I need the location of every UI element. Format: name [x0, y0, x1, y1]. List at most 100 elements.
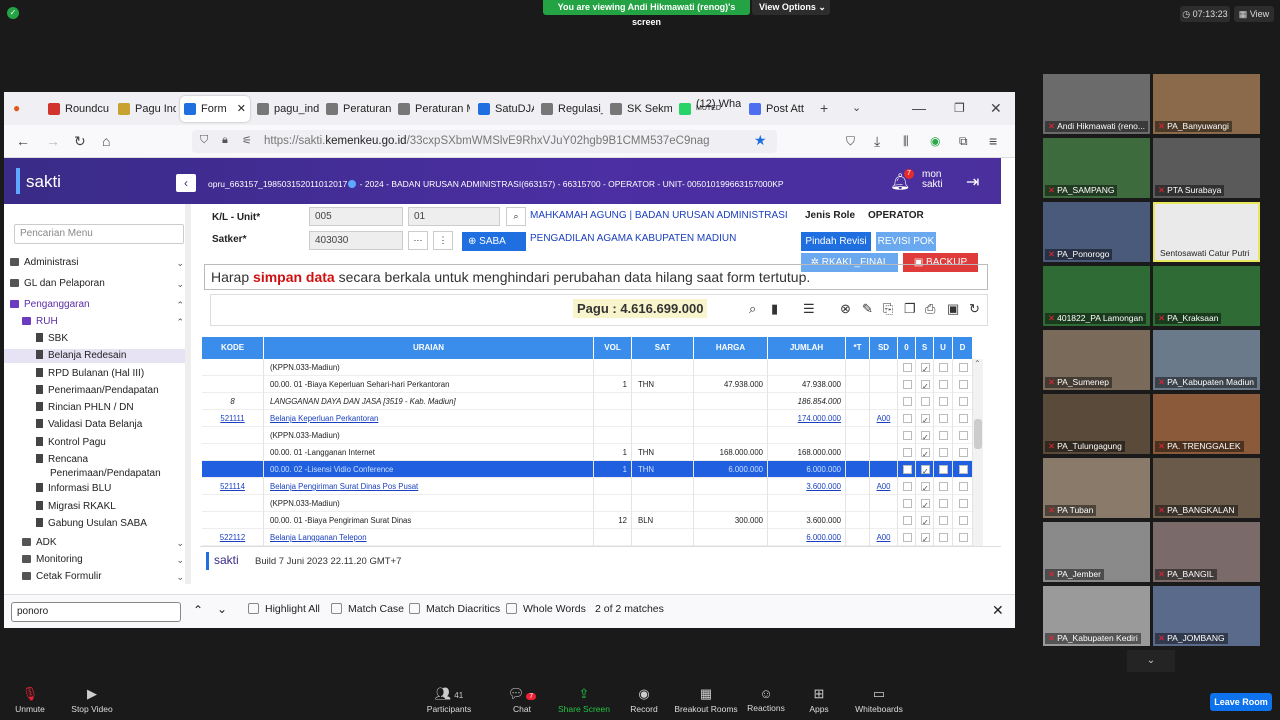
- column-header-sd[interactable]: SD: [870, 337, 898, 359]
- sidebar-item-penganggaran[interactable]: Penganggaran ⌃: [4, 298, 190, 312]
- chevron-down-icon[interactable]: ⌄: [852, 92, 861, 125]
- refresh-icon[interactable]: ↻: [969, 301, 980, 317]
- kebab-menu-icon[interactable]: ⋮: [433, 231, 453, 250]
- row-checkbox[interactable]: [921, 514, 930, 529]
- sidebar-item-ruh[interactable]: RUH ⌃: [4, 315, 190, 329]
- close-window-icon[interactable]: ✕: [990, 92, 1002, 125]
- revisi-pok-button[interactable]: REVISI POK: [876, 232, 936, 251]
- tab-2[interactable]: Form ✕: [180, 96, 250, 122]
- row-checkbox[interactable]: [959, 448, 968, 457]
- column-header-u[interactable]: U: [934, 337, 953, 359]
- print-icon[interactable]: ⎙: [925, 301, 935, 317]
- participant-video[interactable]: ✕ PA. TRENGGALEK: [1153, 394, 1260, 454]
- url-field[interactable]: ⛉ 🔒︎ ⚟ https://sakti.kemenkeu.go.id/33cx…: [192, 130, 777, 153]
- row-checkbox[interactable]: [921, 531, 930, 546]
- toolbar-chat[interactable]: 💬︎ 7 Chat: [487, 686, 557, 714]
- close-find-icon[interactable]: ✕: [992, 602, 1004, 619]
- sidebar-item-belanja-redesain[interactable]: Belanja Redesain: [4, 349, 190, 363]
- toolbar-participants[interactable]: 👥︎ 41 Participants: [414, 686, 484, 714]
- row-checkbox[interactable]: [959, 516, 968, 525]
- library-icon[interactable]: ⫼: [903, 125, 909, 158]
- chevron-up-icon[interactable]: ⌃: [176, 315, 184, 329]
- pindah-revisi-button[interactable]: Pindah Revisi: [801, 232, 871, 251]
- more-options-icon[interactable]: ···: [408, 231, 428, 250]
- row-checkbox[interactable]: [939, 431, 948, 440]
- table-row[interactable]: 00.00. 01 -Biaya Keperluan Sehari-hari P…: [202, 376, 973, 393]
- table-row[interactable]: 8 LANGGANAN DAYA DAN JASA [3519 - Kab. Ma…: [202, 393, 973, 410]
- row-checkbox[interactable]: [903, 516, 912, 525]
- participant-video[interactable]: ✕ PA_Tulungagung: [1043, 394, 1150, 454]
- participant-video[interactable]: ✕ PTA Surabaya: [1153, 138, 1260, 198]
- column-header-jumlah[interactable]: JUMLAH: [768, 337, 846, 359]
- row-checkbox[interactable]: [903, 482, 912, 491]
- satker-input[interactable]: 403030: [309, 231, 403, 250]
- tab-6[interactable]: SatuDJA: [474, 96, 534, 122]
- highlight-all-checkbox[interactable]: Highlight All: [248, 603, 320, 615]
- participant-video[interactable]: ✕ PA_BANGIL: [1153, 522, 1260, 582]
- menu-search-input[interactable]: Pencarian Menu: [14, 224, 184, 244]
- participant-video[interactable]: ✕ PA_Kraksaan: [1153, 266, 1260, 326]
- participant-video[interactable]: ✕ PA_JOMBANG: [1153, 586, 1260, 646]
- participant-video[interactable]: Sentosawati Catur Putri: [1153, 202, 1260, 262]
- tab-3[interactable]: pagu_indikat: [253, 96, 319, 122]
- participant-video[interactable]: ✕ PA_Jember: [1043, 522, 1150, 582]
- column-header-s[interactable]: S: [916, 337, 934, 359]
- reload-icon[interactable]: ↻: [74, 125, 86, 158]
- sidebar-item-sbk[interactable]: SBK: [4, 332, 190, 346]
- participant-video[interactable]: ✕ PA_Banyuwangi: [1153, 74, 1260, 134]
- column-header-kode[interactable]: KODE: [202, 337, 264, 359]
- column-header--t[interactable]: *T: [846, 337, 870, 359]
- participant-video[interactable]: ✕ PA Tuban: [1043, 458, 1150, 518]
- sidebar-item-gabung-usulan-saba[interactable]: Gabung Usulan SABA: [4, 517, 190, 531]
- participant-video[interactable]: ✕ PA_Ponorogo: [1043, 202, 1150, 262]
- minimize-icon[interactable]: —: [912, 92, 926, 125]
- chevron-down-icon[interactable]: ⌄: [176, 536, 184, 550]
- back-arrow-icon[interactable]: ←: [16, 125, 30, 158]
- pocket-icon[interactable]: ⛉: [846, 125, 855, 158]
- row-checkbox[interactable]: [959, 397, 968, 406]
- edit-icon[interactable]: ✎: [862, 301, 873, 317]
- back-button[interactable]: ‹: [176, 174, 196, 192]
- participant-video[interactable]: ✕ 401822_PA Lamongan: [1043, 266, 1150, 326]
- extension-eye-icon[interactable]: ◉: [930, 125, 940, 158]
- row-checkbox[interactable]: [959, 482, 968, 491]
- sidebar-scrollbar[interactable]: [185, 204, 191, 584]
- monsakti-link[interactable]: mon sakti: [922, 170, 943, 190]
- view-options-button[interactable]: View Options ⌄: [752, 0, 830, 15]
- match-diacritics-checkbox[interactable]: Match Diacritics: [409, 603, 500, 615]
- row-checkbox[interactable]: [939, 414, 948, 423]
- chevron-down-icon[interactable]: ⌄: [176, 553, 184, 567]
- tab-8[interactable]: SK Sekma te: [606, 96, 672, 122]
- sidebar-item-informasi-blu[interactable]: Informasi BLU: [4, 482, 190, 496]
- tab-0[interactable]: Roundcu: [44, 96, 110, 122]
- chevron-down-icon[interactable]: ⌄: [176, 256, 184, 270]
- unit-input[interactable]: 01: [408, 207, 500, 226]
- copy-icon[interactable]: ⎘: [883, 301, 893, 317]
- column-header-uraian[interactable]: URAIAN: [264, 337, 594, 359]
- match-case-checkbox[interactable]: Match Case: [331, 603, 404, 615]
- row-checkbox[interactable]: [903, 465, 912, 474]
- row-checkbox[interactable]: [939, 533, 948, 542]
- row-checkbox[interactable]: [939, 397, 948, 406]
- shield-icon[interactable]: ⛉: [200, 134, 208, 147]
- new-tab-icon[interactable]: +: [820, 92, 828, 125]
- search-icon[interactable]: ⌕: [749, 301, 756, 317]
- toolbar-record[interactable]: ◉ Record: [609, 686, 679, 714]
- find-prev-icon[interactable]: ⌃: [193, 603, 203, 617]
- row-checkbox[interactable]: [903, 533, 912, 542]
- row-checkbox[interactable]: [959, 363, 968, 372]
- participant-video[interactable]: ✕ PA_SAMPANG: [1043, 138, 1150, 198]
- sidebar-item-rpd-bulanan-hal-iii-[interactable]: RPD Bulanan (Hal III): [4, 367, 190, 381]
- extensions-icon[interactable]: ⧉: [959, 125, 968, 158]
- tab-7[interactable]: Regulasi_Juk: [537, 96, 603, 122]
- sidebar-item-validasi-data-belanja[interactable]: Validasi Data Belanja: [4, 418, 190, 432]
- sidebar-item-gl-dan-pelaporan[interactable]: GL dan Pelaporan ⌄: [4, 277, 190, 291]
- participant-video[interactable]: ✕ PA_Kabupaten Kediri: [1043, 586, 1150, 646]
- bookmark-icon[interactable]: ▮: [771, 301, 778, 317]
- lock-icon[interactable]: 🔒︎: [222, 134, 228, 147]
- table-scrollbar[interactable]: ⌃ ⌄: [973, 359, 983, 565]
- sidebar-item-penerimaan-pendapatan[interactable]: Penerimaan/Pendapatan: [4, 384, 190, 398]
- saba-button[interactable]: ⊕ SABA: [462, 232, 526, 251]
- row-checkbox[interactable]: [921, 463, 930, 478]
- table-row[interactable]: 522112 Belanja Langganan Telepon 6.000.000…: [202, 529, 973, 546]
